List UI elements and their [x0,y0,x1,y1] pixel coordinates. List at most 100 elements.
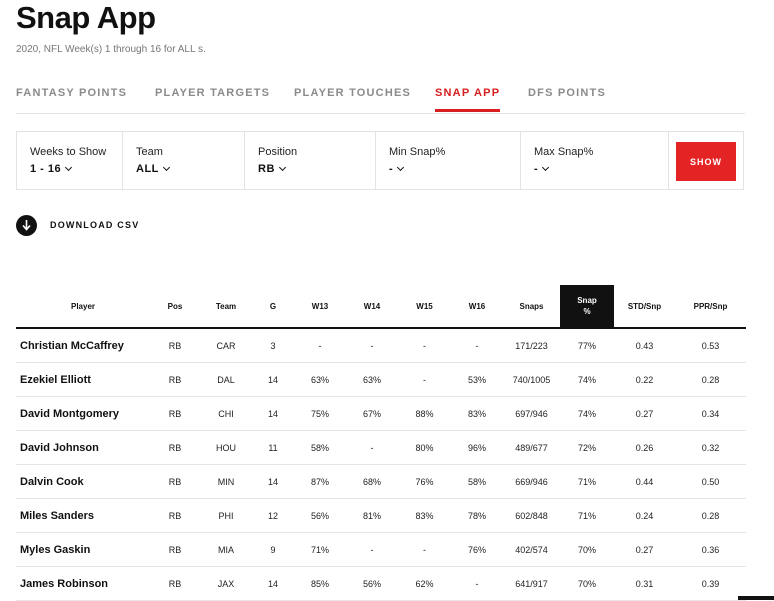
table-row: Christian McCaffrey RB CAR 3- - - -171/223 77% 0… [16,328,746,363]
col-header-w15[interactable]: W15 [398,285,451,329]
cell-ppr-snp: 0.34 [675,396,746,431]
cell-pos: RB [150,464,200,499]
cell-team: DAL [200,362,252,397]
cell-player[interactable]: James Robinson [16,566,150,601]
col-header-w14[interactable]: W14 [346,285,398,329]
team-select[interactable]: Team ALL [123,132,245,189]
weeks-label: Weeks to Show [30,146,107,158]
tab-bar: FANTASY POINTS PLAYER TARGETS PLAYER TOU… [16,87,745,114]
team-value: ALL [136,163,170,175]
cell-w16: 83% [451,396,503,431]
cell-pos: RB [150,328,200,363]
cell-snap-pct: 70% [560,532,614,567]
cell-ppr-snp: 0.28 [675,362,746,397]
filter-bar: Weeks to Show 1 - 16 Team ALL Position R… [16,131,744,190]
cell-snaps: 602/848 [503,498,560,533]
cell-player[interactable]: David Johnson [16,430,150,465]
cell-w13: 71% [294,532,346,567]
cell-snap-pct: 74% [560,396,614,431]
cell-games: 14 [252,464,294,499]
cell-w14: - [346,328,398,363]
chevron-down-icon [65,163,73,172]
max-snap-label: Max Snap% [534,146,594,158]
snap-table-container: Player Pos Team G W13 W14 W15 W16 Snaps … [16,285,746,601]
tab-snap-app[interactable]: SNAP APP [435,87,501,112]
max-snap-value: - [534,163,550,175]
table-row: James Robinson RB JAX 14 85% 56% 62% -641/917 70… [16,566,746,601]
cell-w15: 83% [398,498,451,533]
cell-player[interactable]: Dalvin Cook [16,464,150,499]
table-header-row: Player Pos Team G W13 W14 W15 W16 Snaps … [16,285,746,329]
col-header-games[interactable]: G [252,285,294,329]
cell-team: MIA [200,532,252,567]
cell-snap-pct: 77% [560,328,614,363]
cell-std-snp: 0.26 [614,430,675,465]
col-header-team[interactable]: Team [200,285,252,329]
col-header-ppr-snp[interactable]: PPR/Snp [675,285,746,329]
cell-w16: 96% [451,430,503,465]
col-header-pos[interactable]: Pos [150,285,200,329]
table-row: Miles Sanders RB PHI 12 56% 81% 83% 78% 602/848 7… [16,498,746,533]
cell-w15: 88% [398,396,451,431]
cell-pos: RB [150,430,200,465]
cell-w14: 68% [346,464,398,499]
table-row: Ezekiel Elliott RB DAL 14 63% 63% -53% 740/1005… [16,362,746,397]
cell-ppr-snp: 0.50 [675,464,746,499]
table-row: David Johnson RB HOU 11 58% -80% 96% 489/677 72%… [16,430,746,465]
cell-snaps: 489/677 [503,430,560,465]
col-header-snap-pct[interactable]: Snap % [560,285,614,329]
tab-dfs-points[interactable]: DFS POINTS [528,87,606,99]
page-title: Snap App [16,0,156,35]
cell-w15: - [398,532,451,567]
cell-std-snp: 0.27 [614,532,675,567]
position-select[interactable]: Position RB [245,132,376,189]
cell-snap-pct: 71% [560,464,614,499]
col-header-snaps[interactable]: Snaps [503,285,560,329]
cell-ppr-snp: 0.28 [675,498,746,533]
show-button[interactable]: SHOW [676,142,736,181]
cell-games: 9 [252,532,294,567]
cell-team: PHI [200,498,252,533]
table-body: Christian McCaffrey RB CAR 3- - - -171/223 77% 0… [16,328,746,601]
position-value: RB [258,163,286,175]
cell-team: CHI [200,396,252,431]
cell-w14: 81% [346,498,398,533]
cell-ppr-snp: 0.36 [675,532,746,567]
cell-std-snp: 0.24 [614,498,675,533]
cell-w16: - [451,328,503,363]
col-header-w16[interactable]: W16 [451,285,503,329]
cell-w13: 56% [294,498,346,533]
cell-w14: - [346,430,398,465]
cell-pos: RB [150,362,200,397]
page-subtitle: 2020, NFL Week(s) 1 through 16 for ALL s… [16,44,206,55]
col-header-w13[interactable]: W13 [294,285,346,329]
chevron-down-icon [542,163,550,172]
cell-player[interactable]: David Montgomery [16,396,150,431]
col-header-std-snp[interactable]: STD/Snp [614,285,675,329]
cell-w15: 62% [398,566,451,601]
cell-w13: 75% [294,396,346,431]
chevron-down-icon [397,163,405,172]
cell-player[interactable]: Myles Gaskin [16,532,150,567]
cell-snaps: 697/946 [503,396,560,431]
min-snap-select[interactable]: Min Snap% - [376,132,521,189]
cell-w13: 85% [294,566,346,601]
max-snap-select[interactable]: Max Snap% - [521,132,669,189]
cell-w13: - [294,328,346,363]
cell-snaps: 669/946 [503,464,560,499]
tab-player-touches[interactable]: PLAYER TOUCHES [294,87,411,99]
tab-fantasy-points[interactable]: FANTASY POINTS [16,87,127,99]
cell-player[interactable]: Miles Sanders [16,498,150,533]
weeks-value: 1 - 16 [30,163,73,175]
tab-player-targets[interactable]: PLAYER TARGETS [155,87,270,99]
col-header-player[interactable]: Player [16,285,150,329]
cell-ppr-snp: 0.32 [675,430,746,465]
cell-player[interactable]: Christian McCaffrey [16,328,150,363]
cell-snap-pct: 71% [560,498,614,533]
cell-player[interactable]: Ezekiel Elliott [16,362,150,397]
weeks-to-show-select[interactable]: Weeks to Show 1 - 16 [17,132,123,189]
download-csv-button[interactable]: DOWNLOAD CSV [16,214,139,236]
cell-snap-pct: 70% [560,566,614,601]
cell-w14: 63% [346,362,398,397]
scrollbar-thumb[interactable] [738,596,774,600]
